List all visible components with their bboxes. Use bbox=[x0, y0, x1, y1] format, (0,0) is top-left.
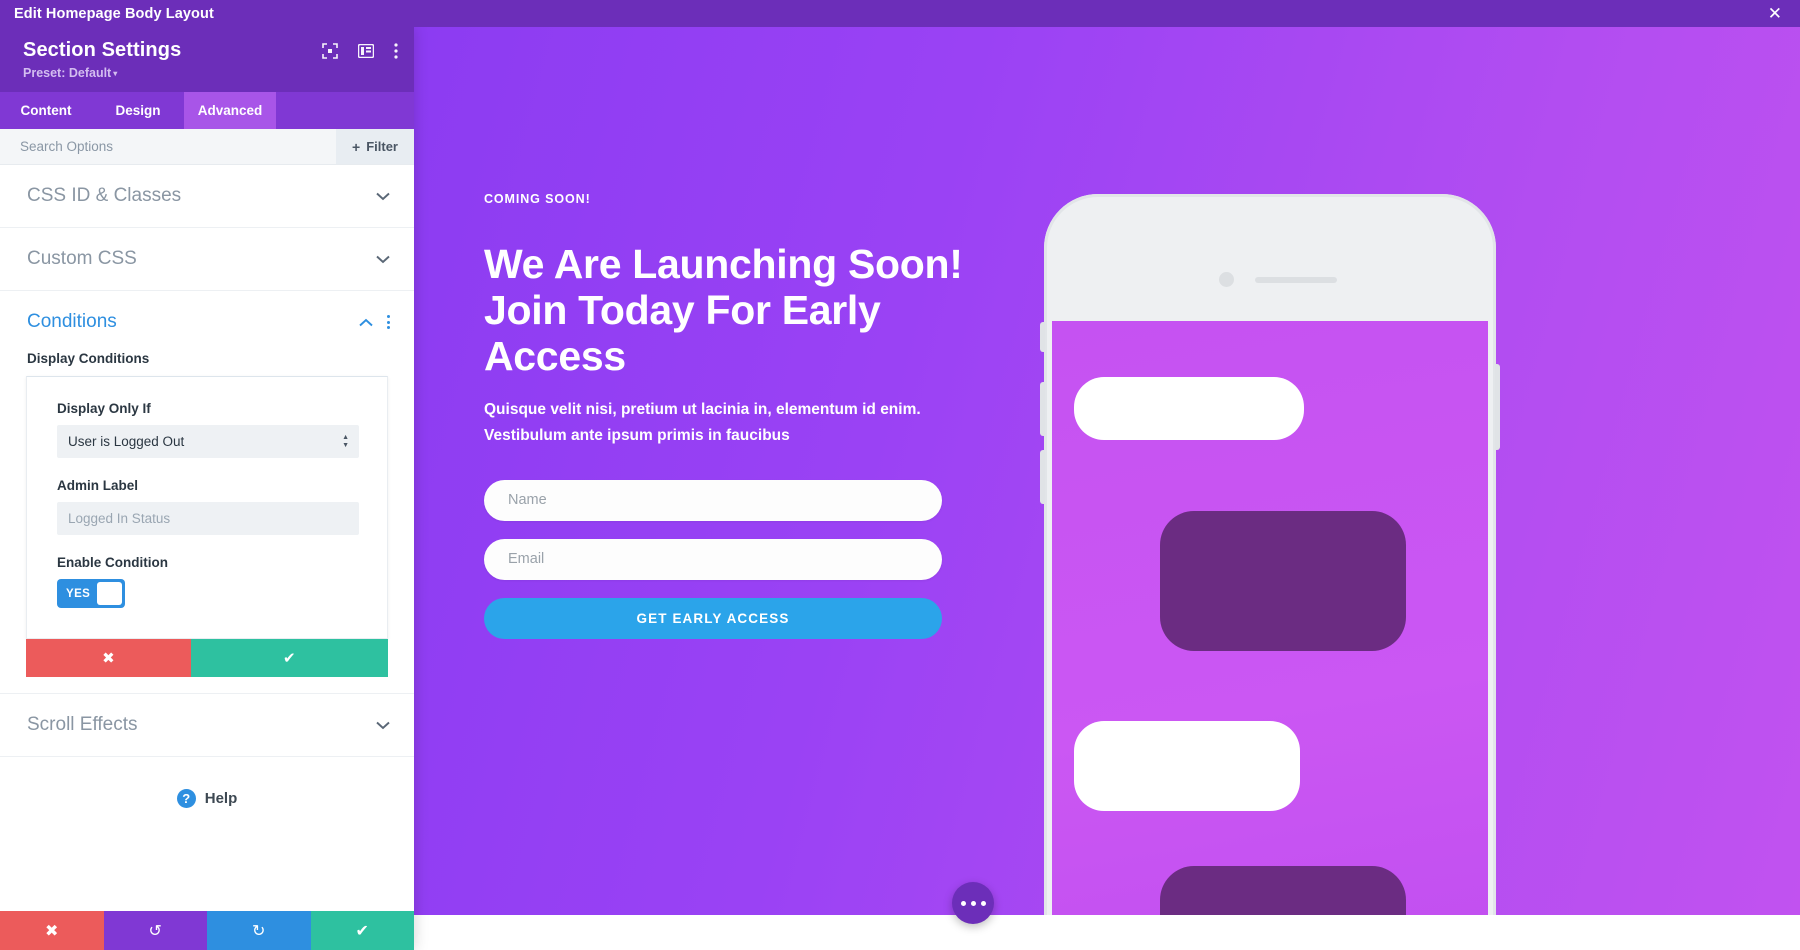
display-conditions-heading: Display Conditions bbox=[27, 351, 150, 366]
tabs-filler bbox=[276, 92, 414, 129]
hero-subheadline: Quisque velit nisi, pretium ut lacinia i… bbox=[484, 397, 954, 449]
help-link[interactable]: ? Help bbox=[0, 757, 414, 840]
chevron-up-icon bbox=[359, 318, 373, 327]
display-only-if-select[interactable]: User is Logged Out bbox=[57, 425, 359, 458]
tab-advanced[interactable]: Advanced bbox=[184, 92, 276, 129]
panel-close-button[interactable]: ✖ bbox=[0, 911, 104, 950]
accordion-custom-css[interactable]: Custom CSS bbox=[0, 228, 414, 291]
divi-builder-screen: Edit Homepage Body Layout ✕ COMING SOON!… bbox=[0, 0, 1800, 950]
help-label: Help bbox=[204, 790, 238, 807]
condition-card: Display Only If User is Logged Out ▲ ▼ Ad… bbox=[26, 376, 388, 639]
tab-design[interactable]: Design bbox=[92, 92, 184, 129]
kebab-menu-icon[interactable] bbox=[394, 43, 398, 59]
close-icon[interactable]: ✕ bbox=[1764, 3, 1786, 24]
preview-canvas: COMING SOON! We Are Launching Soon! Join… bbox=[414, 27, 1800, 950]
chat-bubble bbox=[1160, 866, 1406, 915]
preset-label: Preset: Default bbox=[23, 66, 112, 80]
phone-mockup bbox=[1040, 194, 1500, 915]
panel-footer-toolbar: ✖ ↺ ↻ ✔ bbox=[0, 911, 414, 950]
chevron-down-icon bbox=[376, 721, 390, 730]
panel-redo-button[interactable]: ↻ bbox=[207, 911, 311, 950]
accordion-scroll-effects[interactable]: Scroll Effects bbox=[0, 693, 414, 757]
filter-button[interactable]: + Filter bbox=[336, 129, 414, 164]
hero-headline: We Are Launching Soon! Join Today For Ea… bbox=[484, 241, 1024, 380]
chevron-down-icon: ▾ bbox=[113, 69, 118, 79]
display-only-if-field: Display Only If User is Logged Out ▲ ▼ bbox=[57, 401, 359, 458]
filter-button-label: Filter bbox=[366, 139, 398, 154]
display-only-if-label: Display Only If bbox=[57, 401, 151, 416]
condition-actions: ✖ ✔ bbox=[26, 639, 388, 677]
accordion-label: Custom CSS bbox=[27, 248, 137, 269]
toggle-state-label: YES bbox=[66, 587, 91, 600]
chevron-down-icon bbox=[376, 255, 390, 264]
email-input[interactable] bbox=[484, 538, 942, 580]
phone-earpiece-speaker bbox=[1255, 277, 1337, 283]
phone-volume-down-button bbox=[1040, 450, 1045, 504]
toggle-knob bbox=[97, 582, 122, 605]
search-input[interactable] bbox=[0, 129, 337, 164]
tab-content[interactable]: Content bbox=[0, 92, 92, 129]
accordion-conditions[interactable]: Conditions bbox=[0, 291, 414, 339]
enable-condition-label: Enable Condition bbox=[57, 555, 168, 570]
signup-form: GET EARLY ACCESS bbox=[484, 479, 942, 639]
hero-eyebrow: COMING SOON! bbox=[484, 192, 591, 206]
admin-label-field: Admin Label bbox=[57, 478, 359, 535]
enable-condition-field: Enable Condition YES bbox=[57, 555, 359, 608]
hero-section: COMING SOON! We Are Launching Soon! Join… bbox=[414, 27, 1800, 915]
titlebar: Edit Homepage Body Layout ✕ bbox=[0, 0, 1800, 27]
accordion-label: Scroll Effects bbox=[27, 714, 138, 735]
phone-screen bbox=[1052, 321, 1488, 915]
hero-subheadline-line-1: Quisque velit nisi, pretium ut lacinia i… bbox=[484, 400, 921, 418]
accordion-css-id-classes[interactable]: CSS ID & Classes bbox=[0, 165, 414, 228]
admin-label-input[interactable] bbox=[57, 502, 359, 535]
chat-bubble bbox=[1074, 721, 1300, 811]
hero-headline-line-1: We Are Launching Soon! bbox=[484, 241, 963, 287]
panel-save-button[interactable]: ✔ bbox=[310, 911, 414, 950]
condition-cancel-button[interactable]: ✖ bbox=[26, 639, 191, 677]
plus-icon: + bbox=[352, 138, 361, 155]
condition-confirm-button[interactable]: ✔ bbox=[190, 639, 388, 677]
phone-volume-up-button bbox=[1040, 382, 1045, 436]
conditions-section: Display Conditions Display Only If User … bbox=[0, 339, 414, 677]
enable-condition-toggle[interactable]: YES bbox=[57, 579, 125, 608]
phone-front-camera-icon bbox=[1219, 272, 1234, 287]
conditions-options-icon[interactable] bbox=[387, 315, 390, 329]
more-options-icon[interactable] bbox=[952, 882, 994, 924]
chat-bubble bbox=[1074, 377, 1304, 440]
chat-bubble bbox=[1160, 511, 1406, 651]
hero-copy-block: COMING SOON! We Are Launching Soon! Join… bbox=[484, 192, 1024, 639]
fullscreen-icon[interactable] bbox=[322, 43, 338, 59]
titlebar-title: Edit Homepage Body Layout bbox=[14, 5, 214, 22]
panel-tabs: Content Design Advanced bbox=[0, 92, 414, 129]
phone-mute-switch bbox=[1040, 322, 1045, 352]
preset-selector[interactable]: Preset: Default ▾ bbox=[23, 66, 181, 80]
panel-body: CSS ID & Classes Custom CSS Conditions D… bbox=[0, 165, 414, 911]
get-early-access-button[interactable]: GET EARLY ACCESS bbox=[484, 597, 942, 639]
hero-headline-line-2: Join Today For Early Access bbox=[484, 286, 881, 379]
phone-power-button bbox=[1495, 364, 1500, 450]
section-settings-panel: Section Settings Preset: Default ▾ Conte… bbox=[0, 27, 414, 950]
search-row: + Filter bbox=[0, 129, 414, 165]
panel-title: Section Settings bbox=[23, 39, 182, 61]
accordion-label: Conditions bbox=[27, 311, 117, 332]
panel-header: Section Settings Preset: Default ▾ bbox=[0, 27, 414, 92]
accordion-label: CSS ID & Classes bbox=[27, 185, 182, 206]
layout-columns-icon[interactable] bbox=[358, 44, 374, 58]
hero-subheadline-line-2: Vestibulum ante ipsum primis in faucibus bbox=[484, 426, 790, 444]
panel-undo-button[interactable]: ↺ bbox=[103, 911, 207, 950]
help-icon: ? bbox=[176, 789, 196, 808]
name-input[interactable] bbox=[484, 479, 942, 521]
admin-label-label: Admin Label bbox=[57, 478, 139, 493]
chevron-down-icon bbox=[376, 192, 390, 201]
